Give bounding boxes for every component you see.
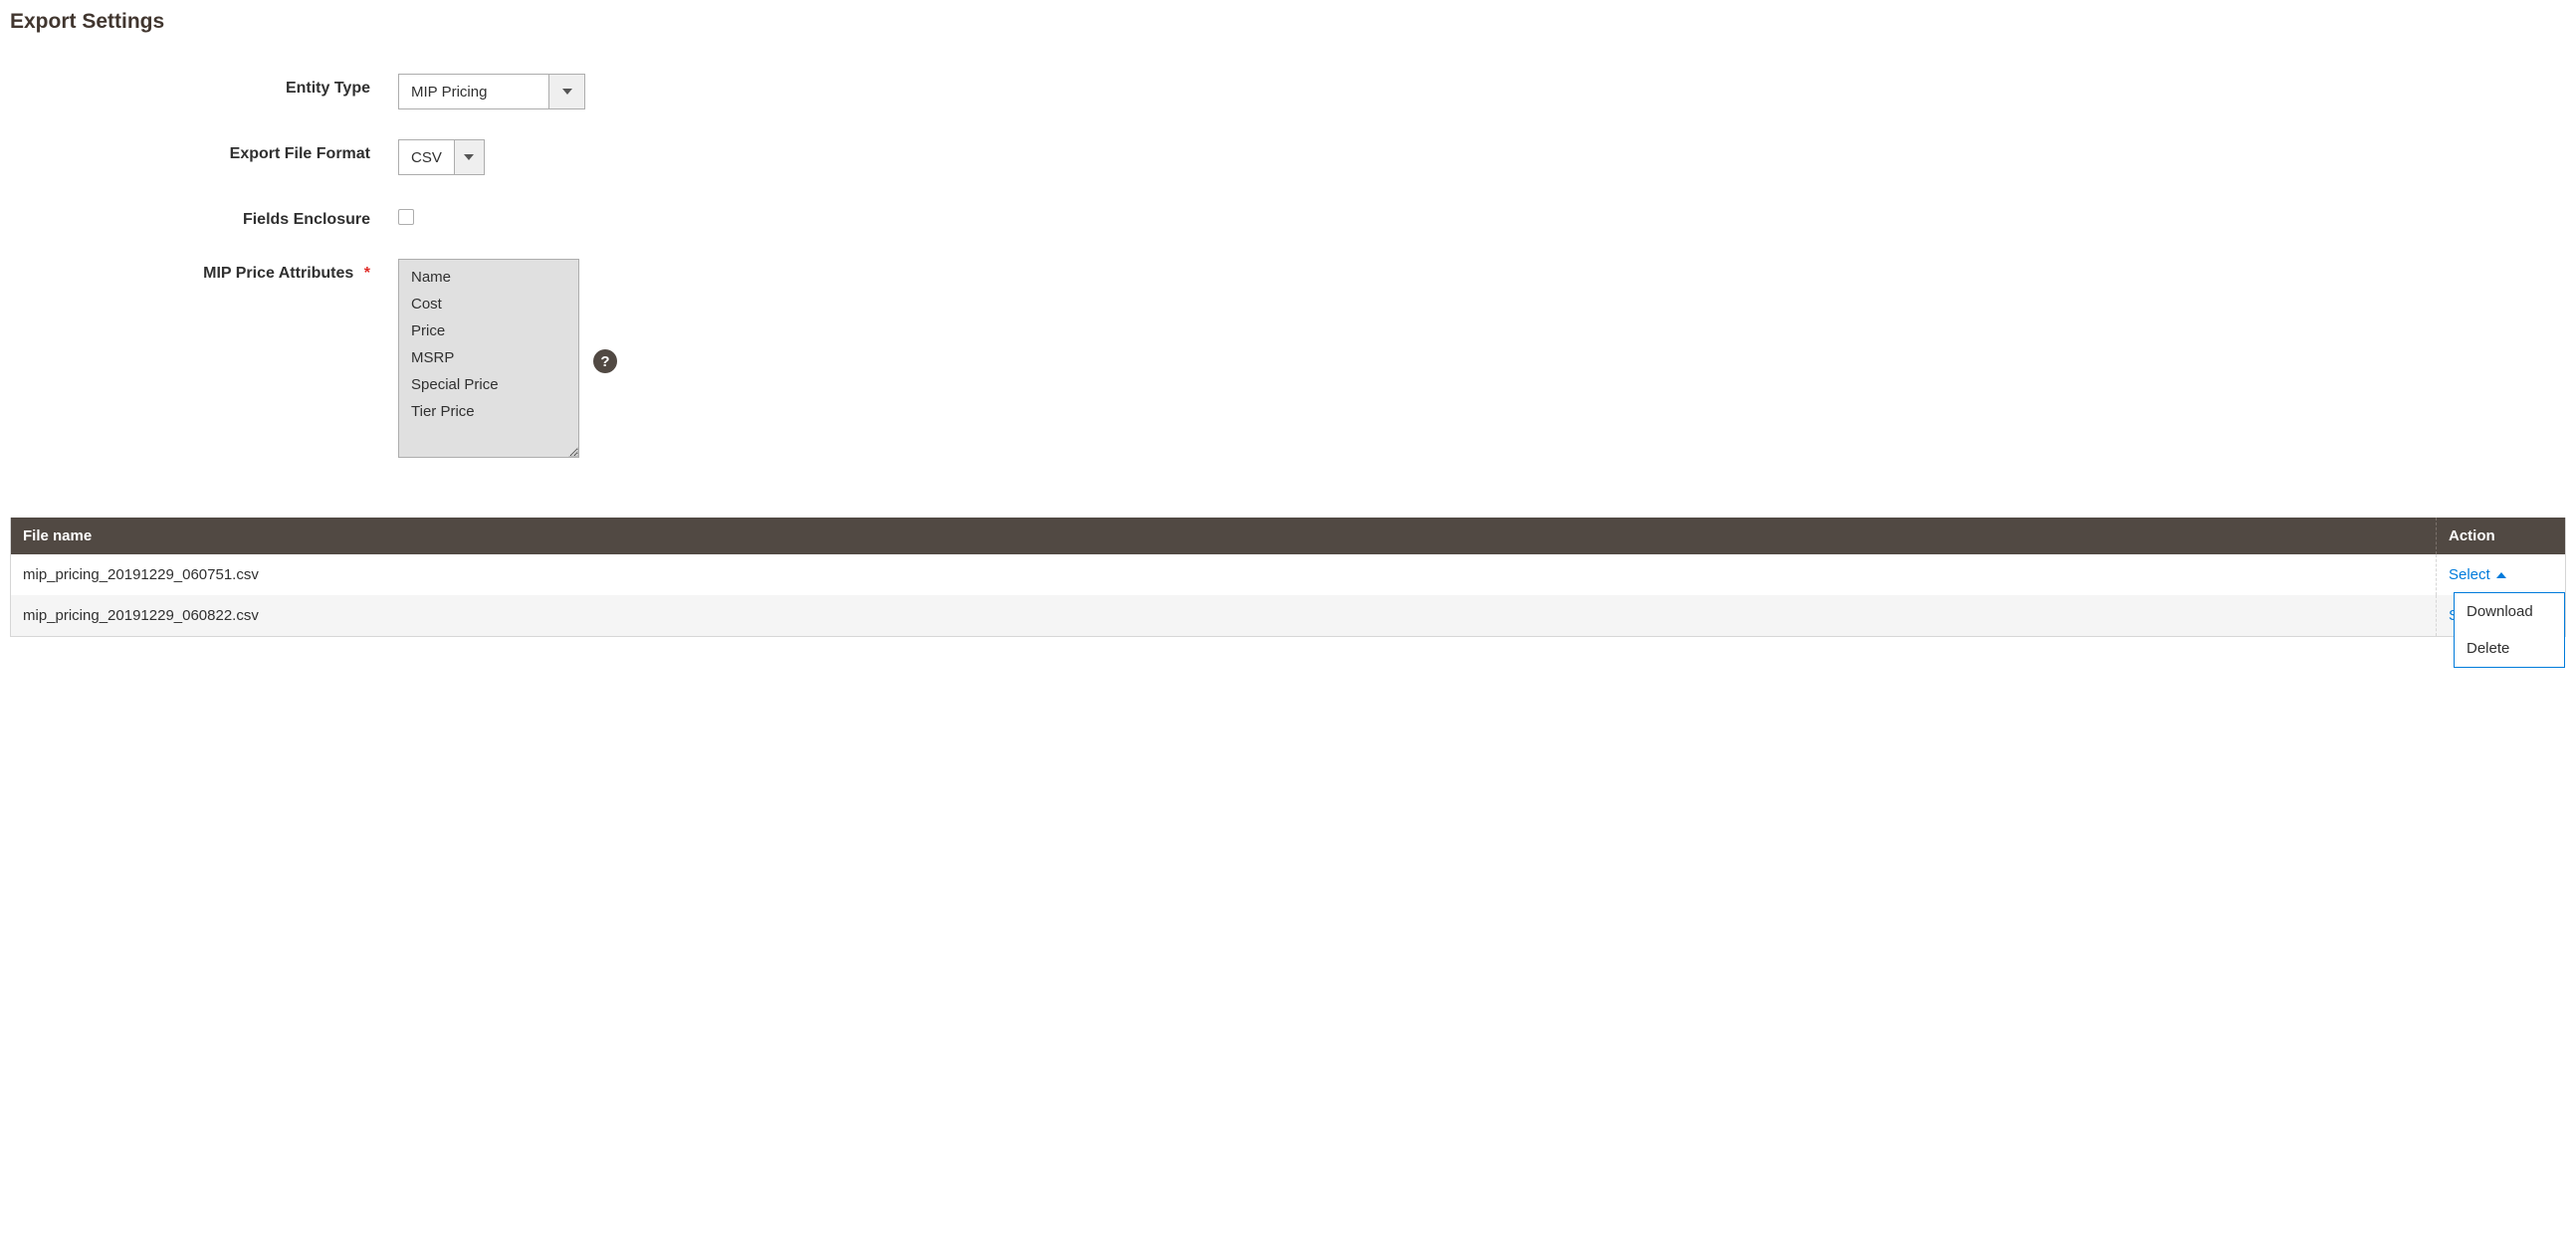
fields-enclosure-checkbox[interactable] [398,209,414,225]
fields-enclosure-label: Fields Enclosure [10,205,398,229]
attribute-option[interactable]: Special Price [399,371,578,398]
attribute-option[interactable]: MSRP [399,344,578,371]
action-menu-delete[interactable]: Delete [2455,630,2564,667]
action-cell: SelectDownloadDelete [2437,554,2566,595]
resize-handle-icon[interactable] [568,447,578,457]
entity-type-label: Entity Type [10,74,398,98]
col-header-action[interactable]: Action [2437,518,2566,554]
required-asterisk-icon: * [364,265,370,282]
table-row: mip_pricing_20191229_060751.csvSelectDow… [11,554,2566,595]
file-format-caret[interactable] [454,140,484,174]
help-icon[interactable]: ? [593,349,617,373]
attribute-option[interactable]: Name [399,264,578,291]
export-settings-form: Entity Type MIP Pricing Export File Form… [10,74,2566,458]
action-menu-download[interactable]: Download [2455,593,2564,630]
file-name-cell: mip_pricing_20191229_060751.csv [11,554,2437,595]
export-files-table: File name Action mip_pricing_20191229_06… [10,518,2566,637]
attributes-label-text: MIP Price Attributes [203,265,353,282]
chevron-down-icon [464,154,474,160]
file-format-label: Export File Format [10,139,398,163]
file-format-select[interactable]: CSV [398,139,485,175]
col-header-file-name[interactable]: File name [11,518,2437,554]
attribute-option[interactable]: Tier Price [399,398,578,425]
file-name-cell: mip_pricing_20191229_060822.csv [11,595,2437,637]
entity-type-select[interactable]: MIP Pricing [398,74,585,109]
attributes-label: MIP Price Attributes * [10,259,398,283]
attribute-option[interactable]: Price [399,317,578,344]
page-title: Export Settings [10,10,2566,34]
attribute-option[interactable]: Cost [399,291,578,317]
action-select-link[interactable]: Select [2449,566,2506,583]
action-menu: DownloadDelete [2454,592,2565,668]
chevron-up-icon [2496,572,2506,578]
file-format-value: CSV [399,140,454,174]
chevron-down-icon [562,89,572,95]
entity-type-caret[interactable] [548,75,584,108]
entity-type-value: MIP Pricing [399,75,548,108]
attributes-multiselect[interactable]: NameCostPriceMSRPSpecial PriceTier Price [398,259,579,458]
table-row: mip_pricing_20191229_060822.csvSelect [11,595,2566,637]
